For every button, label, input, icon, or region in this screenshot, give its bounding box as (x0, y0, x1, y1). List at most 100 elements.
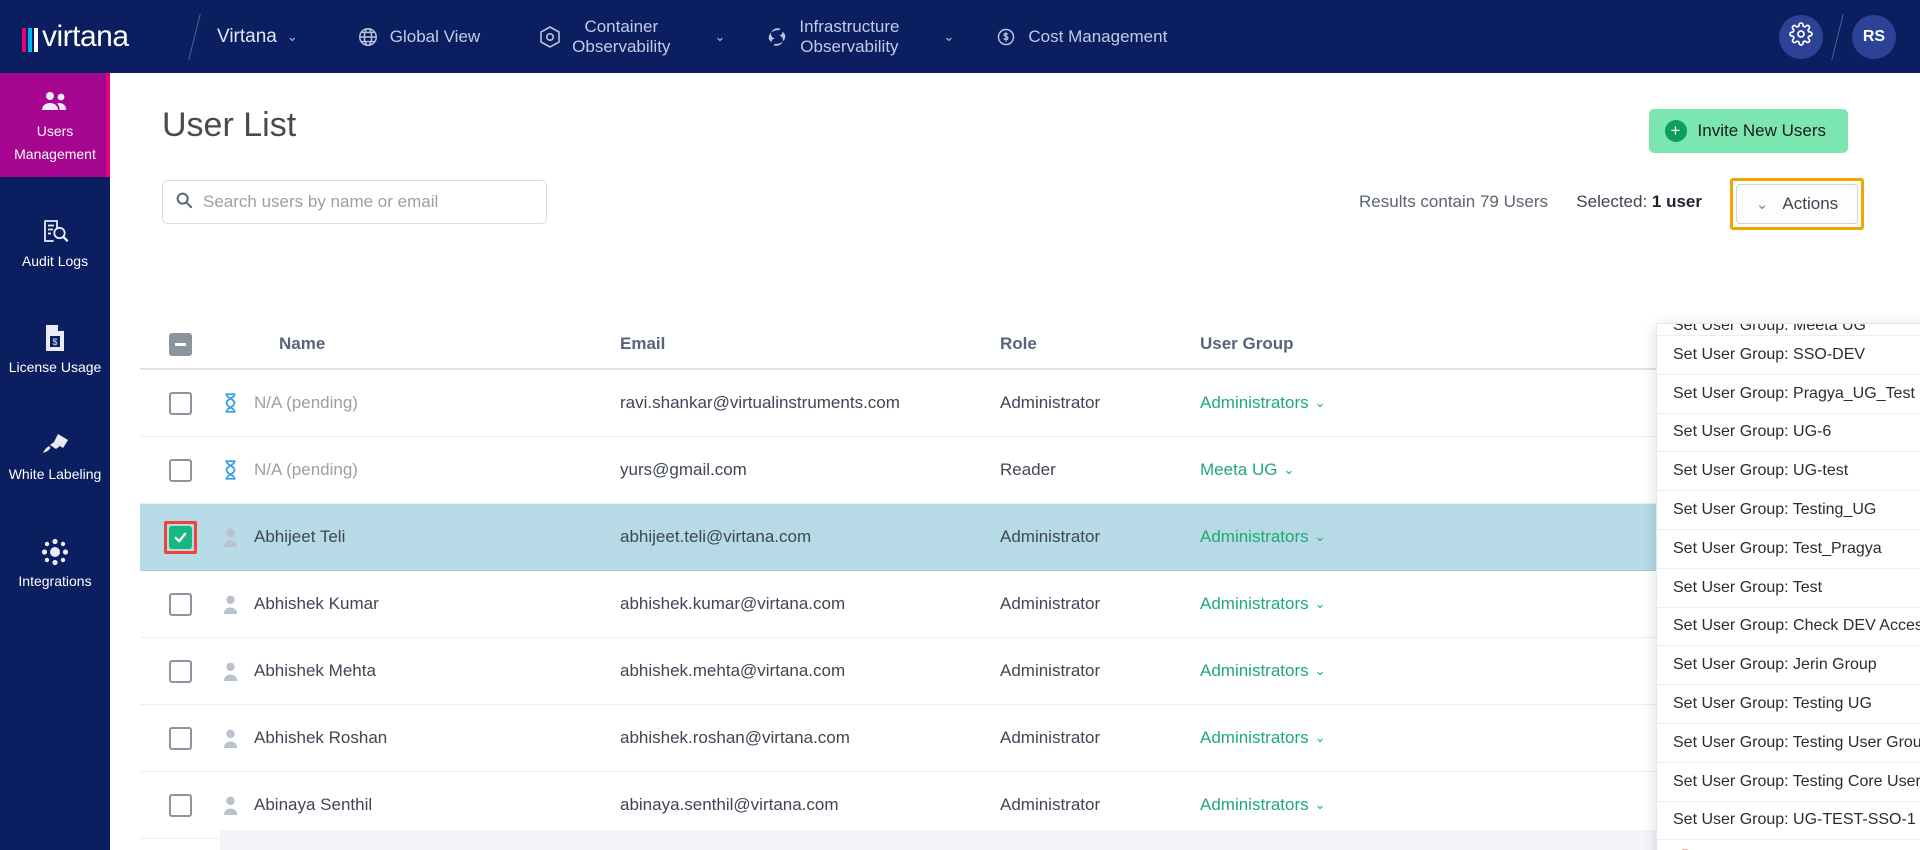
left-sidebar: Users Management Audit Logs $ License Us… (0, 73, 110, 850)
logo-bars-icon (22, 22, 40, 52)
table-row[interactable]: Abinaya Senthil abinaya.senthil@virtana.c… (140, 772, 1890, 839)
menu-item-set-user-group[interactable]: Set User Group: UG-test (1657, 452, 1920, 492)
table-row[interactable]: Abhijeet Teli abhijeet.teli@virtana.com Ad… (140, 504, 1890, 571)
user-group-label: Administrators (1200, 661, 1309, 680)
row-checkbox[interactable] (168, 592, 192, 616)
user-group-dropdown[interactable]: Administrators ⌄ (1200, 594, 1326, 614)
menu-item-set-user-group[interactable]: Set User Group: Testing User Group (1657, 724, 1920, 763)
menu-item-set-user-group[interactable]: Set User Group: Jerin Group (1657, 646, 1920, 686)
actions-dropdown-menu: Set User Group: Meeta UG Set User Group:… (1656, 323, 1920, 850)
user-group-label: Administrators (1200, 594, 1309, 613)
user-group-label: Meeta UG (1200, 460, 1278, 479)
table-row[interactable]: Abhishek Roshan abhishek.roshan@virtana.c… (140, 705, 1890, 772)
user-group-dropdown[interactable]: Administrators ⌄ (1200, 393, 1326, 413)
user-group-dropdown[interactable]: Meeta UG ⌄ (1200, 460, 1294, 480)
cell-user-group: Administrators ⌄ (1200, 661, 1500, 681)
row-checkbox[interactable] (168, 793, 192, 817)
column-header-user-group[interactable]: User Group (1200, 334, 1500, 354)
cell-user-group: Administrators ⌄ (1200, 527, 1500, 547)
user-avatar-icon (220, 794, 240, 816)
row-checkbox[interactable] (168, 391, 192, 415)
sidebar-item-audit-logs[interactable]: Audit Logs (0, 203, 110, 284)
row-checkbox-cell (140, 793, 220, 817)
user-group-dropdown[interactable]: Administrators ⌄ (1200, 728, 1326, 748)
user-group-dropdown[interactable]: Administrators ⌄ (1200, 661, 1326, 681)
nav-item-container-observability[interactable]: Container Observability (528, 0, 680, 73)
sidebar-item-white-labeling[interactable]: White Labeling (0, 416, 110, 497)
search-icon (175, 191, 193, 214)
column-header-email[interactable]: Email (620, 334, 1000, 354)
menu-item-set-user-group[interactable]: Set User Group: Testing UG (1657, 685, 1920, 724)
menu-item-set-user-group[interactable]: Set User Group: Testing_UG (1657, 491, 1920, 530)
sidebar-item-license-usage[interactable]: $ License Usage (0, 309, 110, 390)
selected-prefix: Selected: (1576, 192, 1652, 211)
top-navigation-bar: virtana Virtana ⌄ Global View Container … (0, 0, 1920, 73)
menu-item-set-user-group[interactable]: Set User Group: SSO-DEV (1657, 336, 1920, 375)
tenant-selector[interactable]: Virtana ⌄ (209, 0, 308, 73)
nav-item-global-view[interactable]: Global View (346, 0, 490, 73)
chevron-down-icon-user-group: ⌄ (1314, 663, 1326, 678)
select-all-checkbox-cell (140, 332, 220, 356)
menu-item-set-user-group[interactable]: Set User Group: Test (1657, 569, 1920, 608)
row-checkbox[interactable] (168, 458, 192, 482)
sidebar-item-integrations[interactable]: Integrations (0, 523, 110, 604)
chevron-down-icon-container[interactable]: ⌄ (680, 0, 735, 73)
chevron-down-icon-user-group: ⌄ (1314, 529, 1326, 544)
chevron-down-icon-user-group: ⌄ (1314, 596, 1326, 611)
select-all-checkbox[interactable] (168, 332, 192, 356)
cell-email: abinaya.senthil@virtana.com (620, 795, 839, 814)
cell-role: Administrator (1000, 728, 1101, 747)
cell-name-text: N/A (pending) (254, 460, 358, 479)
sidebar-label-white-labeling: White Labeling (8, 466, 102, 483)
nav-label-line1: Infrastructure (799, 16, 900, 36)
checkbox-highlight-ring (163, 520, 197, 554)
menu-item-set-user-group[interactable]: Set User Group: Test_Pragya (1657, 530, 1920, 569)
column-header-role[interactable]: Role (1000, 334, 1200, 354)
search-input[interactable] (203, 192, 534, 212)
menu-item-set-user-group[interactable]: Set User Group: Pragya_UG_Test (1657, 375, 1920, 414)
user-group-dropdown[interactable]: Administrators ⌄ (1200, 527, 1326, 547)
table-row[interactable]: N/A (pending) yurs@gmail.com Reader Meeta U… (140, 437, 1890, 504)
chevron-down-icon-infrastructure[interactable]: ⌄ (910, 0, 965, 73)
menu-item-remove-user[interactable]: Remove User (1657, 840, 1920, 850)
table-row[interactable]: N/A (pending) ravi.shankar@virtualinstrum… (140, 370, 1890, 437)
nav-item-infrastructure-observability[interactable]: Infrastructure Observability (755, 0, 909, 73)
cell-name: Abhijeet Teli (220, 526, 620, 548)
cell-email: abhijeet.teli@virtana.com (620, 527, 812, 546)
column-header-name[interactable]: Name (220, 334, 620, 354)
cell-name-text: Abhishek Mehta (254, 661, 376, 680)
invite-new-users-button[interactable]: + Invite New Users (1648, 109, 1848, 153)
cell-email: yurs@gmail.com (620, 460, 747, 479)
nav-item-cost-management[interactable]: Cost Management (984, 0, 1177, 73)
nav-label-line2: Observability (572, 36, 671, 56)
row-checkbox-checked[interactable] (168, 525, 192, 549)
menu-item-set-user-group[interactable]: Set User Group: Testing Core User Group (1657, 763, 1920, 802)
actions-button[interactable]: ⌄ Actions (1736, 184, 1858, 224)
row-checkbox-cell (140, 659, 220, 683)
cell-email: abhishek.mehta@virtana.com (620, 661, 846, 680)
menu-item-set-user-group[interactable]: Set User Group: Check DEV Access (1657, 608, 1920, 647)
row-checkbox[interactable] (168, 659, 192, 683)
actions-highlight-ring: ⌄ Actions (1730, 178, 1864, 230)
actions-dropdown-list: Set User Group: Meeta UG Set User Group:… (1657, 324, 1920, 850)
search-users-box[interactable] (162, 180, 547, 224)
sidebar-item-users-management[interactable]: Users Management (0, 73, 110, 177)
cell-name: Abinaya Senthil (220, 794, 620, 816)
menu-item-clipped-top[interactable]: Set User Group: Meeta UG (1657, 324, 1920, 336)
cell-email: abhishek.kumar@virtana.com (620, 594, 846, 613)
table-row[interactable]: Abhishek Mehta abhishek.mehta@virtana.com… (140, 638, 1890, 705)
user-avatar[interactable]: RS (1852, 14, 1896, 59)
pending-hourglass-icon (220, 392, 240, 414)
settings-button[interactable] (1779, 14, 1823, 59)
virtana-logo[interactable]: virtana (0, 21, 180, 52)
cell-name-text: Abhishek Kumar (254, 594, 379, 613)
cell-user-group: Meeta UG ⌄ (1200, 460, 1500, 480)
menu-item-set-user-group[interactable]: Set User Group: UG-6 (1657, 414, 1920, 453)
row-checkbox-cell (140, 458, 220, 482)
user-avatar-icon (220, 593, 240, 615)
menu-item-set-user-group[interactable]: Set User Group: UG-TEST-SSO-1 (1657, 802, 1920, 841)
user-group-dropdown[interactable]: Administrators ⌄ (1200, 795, 1326, 815)
table-row[interactable]: Abhishek Kumar abhishek.kumar@virtana.com… (140, 571, 1890, 638)
user-group-label: Administrators (1200, 728, 1309, 747)
row-checkbox[interactable] (168, 726, 192, 750)
